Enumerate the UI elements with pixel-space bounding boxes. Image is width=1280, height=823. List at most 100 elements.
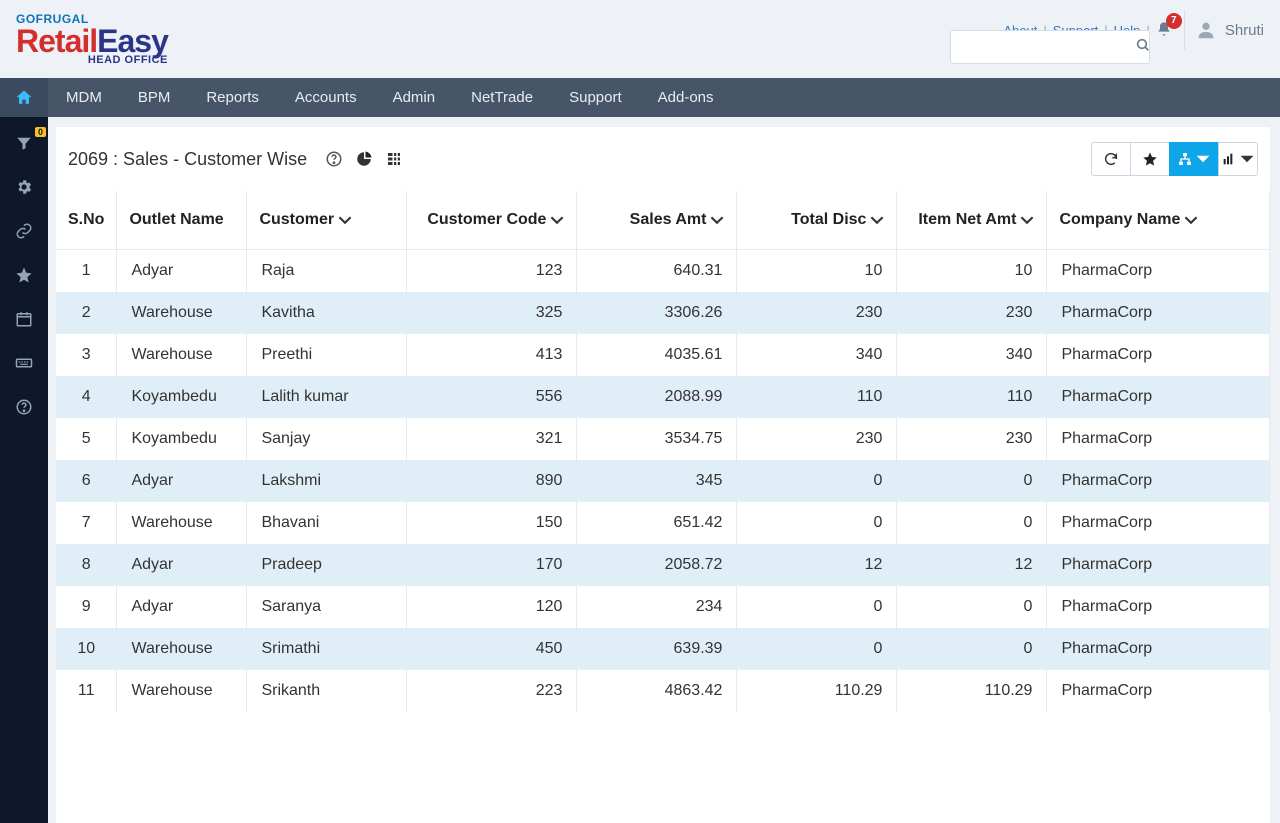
cell-sno: 6 bbox=[56, 460, 117, 502]
nav-reports[interactable]: Reports bbox=[188, 78, 277, 117]
table-row[interactable]: 4KoyambeduLalith kumar5562088.99110110Ph… bbox=[56, 376, 1270, 418]
rail-star-icon[interactable] bbox=[14, 265, 34, 285]
cell-code: 223 bbox=[407, 670, 577, 712]
cell-customer: Kavitha bbox=[247, 292, 407, 334]
cell-company: PharmaCorp bbox=[1047, 670, 1270, 712]
brand-logo: GOFRUGAL RetailEasy HEAD OFFICE bbox=[16, 13, 168, 66]
cell-disc: 0 bbox=[737, 460, 897, 502]
cell-disc: 340 bbox=[737, 334, 897, 376]
cell-sales: 651.42 bbox=[577, 502, 737, 544]
table-row[interactable]: 9AdyarSaranya12023400PharmaCorp bbox=[56, 586, 1270, 628]
table-row[interactable]: 5KoyambeduSanjay3213534.75230230PharmaCo… bbox=[56, 418, 1270, 460]
cell-sno: 10 bbox=[56, 628, 117, 670]
cell-net: 110 bbox=[897, 376, 1047, 418]
table-row[interactable]: 1AdyarRaja123640.311010PharmaCorp bbox=[56, 250, 1270, 293]
report-table: S.No Outlet Name Customer Customer Code … bbox=[56, 191, 1270, 712]
cell-company: PharmaCorp bbox=[1047, 292, 1270, 334]
col-header-disc[interactable]: Total Disc bbox=[737, 191, 897, 250]
chart-button[interactable] bbox=[1218, 142, 1258, 176]
cell-code: 150 bbox=[407, 502, 577, 544]
nav-home-icon[interactable] bbox=[0, 78, 48, 117]
chevron-down-icon bbox=[550, 213, 564, 227]
chevron-down-icon bbox=[1184, 213, 1198, 227]
cell-customer: Raja bbox=[247, 250, 407, 293]
cell-sno: 1 bbox=[56, 250, 117, 293]
cell-disc: 0 bbox=[737, 628, 897, 670]
report-title: 2069 : Sales - Customer Wise bbox=[68, 149, 307, 170]
refresh-button[interactable] bbox=[1091, 142, 1131, 176]
cell-code: 123 bbox=[407, 250, 577, 293]
notifications-badge: 7 bbox=[1166, 13, 1182, 29]
cell-sno: 8 bbox=[56, 544, 117, 586]
table-row[interactable]: 10WarehouseSrimathi450639.3900PharmaCorp bbox=[56, 628, 1270, 670]
cell-code: 321 bbox=[407, 418, 577, 460]
cell-company: PharmaCorp bbox=[1047, 250, 1270, 293]
cell-customer: Lakshmi bbox=[247, 460, 407, 502]
cell-net: 0 bbox=[897, 628, 1047, 670]
cell-disc: 0 bbox=[737, 502, 897, 544]
nav-bpm[interactable]: BPM bbox=[120, 78, 189, 117]
brand-sub: HEAD OFFICE bbox=[88, 55, 168, 66]
global-search[interactable] bbox=[950, 30, 1150, 64]
search-input[interactable] bbox=[959, 40, 1135, 55]
rail-filter-icon[interactable]: 0 bbox=[14, 133, 34, 153]
user-avatar-icon bbox=[1195, 19, 1217, 41]
notifications-bell-icon[interactable]: 7 bbox=[1156, 21, 1172, 40]
cell-outlet: Warehouse bbox=[117, 334, 247, 376]
table-row[interactable]: 6AdyarLakshmi89034500PharmaCorp bbox=[56, 460, 1270, 502]
cell-outlet: Adyar bbox=[117, 586, 247, 628]
cell-net: 230 bbox=[897, 292, 1047, 334]
cell-customer: Lalith kumar bbox=[247, 376, 407, 418]
grid-view-icon[interactable] bbox=[385, 150, 403, 168]
report-help-icon[interactable] bbox=[325, 150, 343, 168]
nav-mdm[interactable]: MDM bbox=[48, 78, 120, 117]
cell-sno: 4 bbox=[56, 376, 117, 418]
col-header-customer[interactable]: Customer bbox=[247, 191, 407, 250]
col-header-sales[interactable]: Sales Amt bbox=[577, 191, 737, 250]
pie-chart-icon[interactable] bbox=[355, 150, 373, 168]
col-header-net[interactable]: Item Net Amt bbox=[897, 191, 1047, 250]
table-row[interactable]: 7WarehouseBhavani150651.4200PharmaCorp bbox=[56, 502, 1270, 544]
nav-admin[interactable]: Admin bbox=[375, 78, 454, 117]
rail-help-icon[interactable] bbox=[14, 397, 34, 417]
nav-addons[interactable]: Add-ons bbox=[640, 78, 732, 117]
cell-customer: Preethi bbox=[247, 334, 407, 376]
cell-code: 325 bbox=[407, 292, 577, 334]
cell-sno: 7 bbox=[56, 502, 117, 544]
cell-code: 556 bbox=[407, 376, 577, 418]
nav-nettrade[interactable]: NetTrade bbox=[453, 78, 551, 117]
search-icon[interactable] bbox=[1135, 37, 1151, 58]
report-panel: 2069 : Sales - Customer Wise bbox=[56, 127, 1270, 823]
table-row[interactable]: 3WarehousePreethi4134035.61340340PharmaC… bbox=[56, 334, 1270, 376]
table-row[interactable]: 11WarehouseSrikanth2234863.42110.29110.2… bbox=[56, 670, 1270, 712]
cell-disc: 110.29 bbox=[737, 670, 897, 712]
cell-sales: 2088.99 bbox=[577, 376, 737, 418]
table-row[interactable]: 8AdyarPradeep1702058.721212PharmaCorp bbox=[56, 544, 1270, 586]
rail-keyboard-icon[interactable] bbox=[14, 353, 34, 373]
cell-outlet: Adyar bbox=[117, 544, 247, 586]
report-table-wrap[interactable]: S.No Outlet Name Customer Customer Code … bbox=[56, 191, 1270, 823]
col-header-company[interactable]: Company Name bbox=[1047, 191, 1270, 250]
cell-outlet: Warehouse bbox=[117, 628, 247, 670]
favorite-button[interactable] bbox=[1130, 142, 1170, 176]
user-menu[interactable]: Shruti bbox=[1184, 10, 1264, 50]
rail-link-icon[interactable] bbox=[14, 221, 34, 241]
rail-settings-icon[interactable] bbox=[14, 177, 34, 197]
nav-support[interactable]: Support bbox=[551, 78, 640, 117]
cell-company: PharmaCorp bbox=[1047, 334, 1270, 376]
top-header: GOFRUGAL RetailEasy HEAD OFFICE About | … bbox=[0, 0, 1280, 78]
hierarchy-button[interactable] bbox=[1169, 142, 1219, 176]
rail-schedule-icon[interactable] bbox=[14, 309, 34, 329]
nav-accounts[interactable]: Accounts bbox=[277, 78, 375, 117]
cell-outlet: Koyambedu bbox=[117, 376, 247, 418]
col-header-outlet[interactable]: Outlet Name bbox=[117, 191, 247, 250]
cell-company: PharmaCorp bbox=[1047, 544, 1270, 586]
table-row[interactable]: 2WarehouseKavitha3253306.26230230PharmaC… bbox=[56, 292, 1270, 334]
col-header-sno[interactable]: S.No bbox=[56, 191, 117, 250]
cell-company: PharmaCorp bbox=[1047, 502, 1270, 544]
left-rail: 0 bbox=[0, 117, 48, 823]
col-header-code[interactable]: Customer Code bbox=[407, 191, 577, 250]
cell-disc: 10 bbox=[737, 250, 897, 293]
cell-company: PharmaCorp bbox=[1047, 628, 1270, 670]
cell-customer: Pradeep bbox=[247, 544, 407, 586]
